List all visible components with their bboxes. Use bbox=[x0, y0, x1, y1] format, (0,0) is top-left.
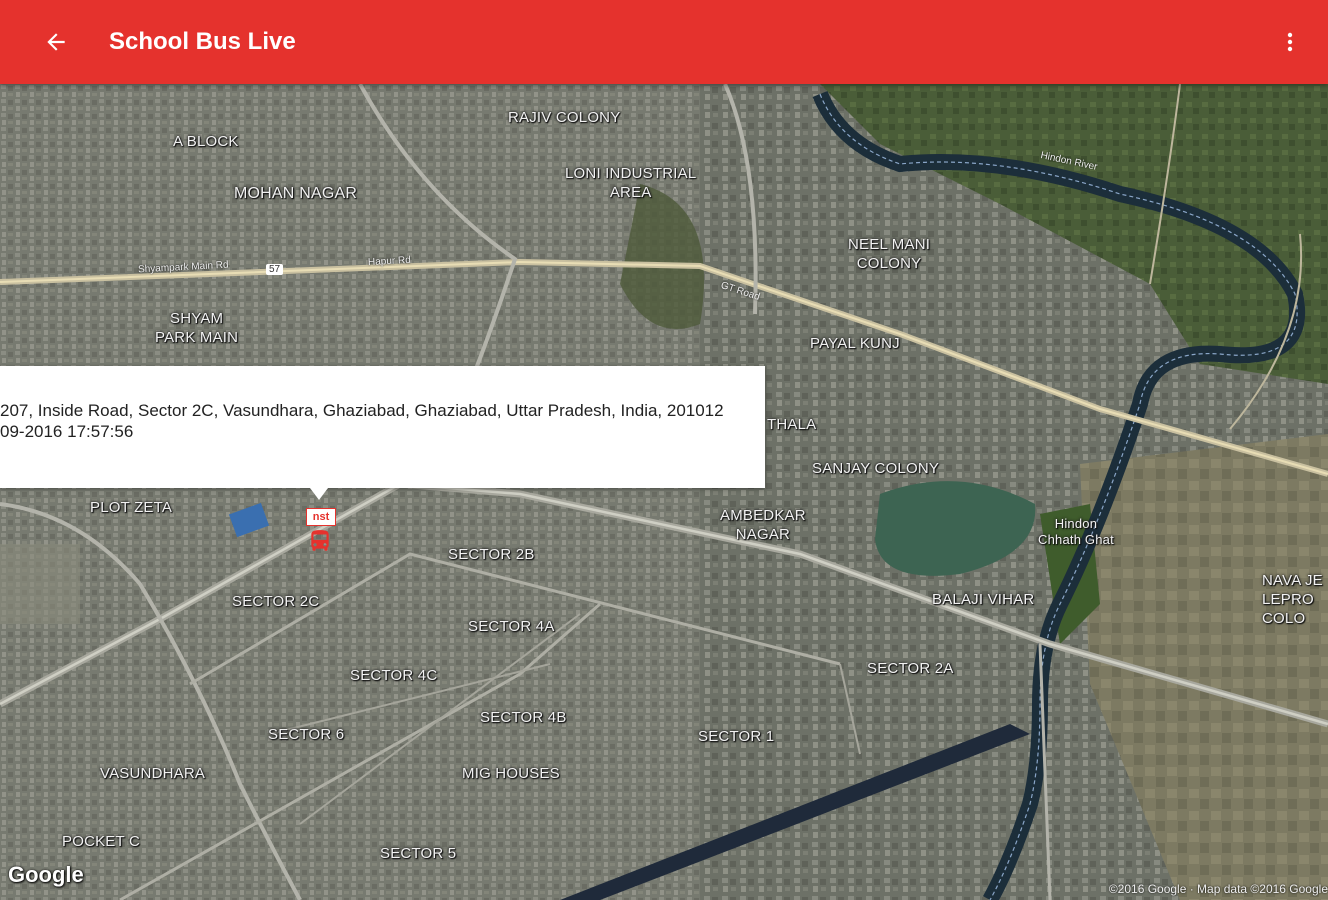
map-label-sector-2a: SECTOR 2A bbox=[867, 660, 954, 677]
map-label-pocket-c: POCKET C bbox=[62, 833, 141, 850]
bus-timestamp: 09-2016 17:57:56 bbox=[0, 422, 134, 441]
app-bar: School Bus Live bbox=[0, 0, 1328, 84]
bus-marker[interactable]: nst bbox=[306, 508, 336, 556]
map-copyright: ©2016 Google · Map data ©2016 Google bbox=[1108, 882, 1328, 896]
map-label-nava-jeevan: NAVA JE LEPRO COLO bbox=[1262, 572, 1323, 627]
map-label-sector-4b: SECTOR 4B bbox=[480, 709, 567, 726]
map-label-sector-6: SECTOR 6 bbox=[268, 726, 345, 743]
map-label-ambedkar-nagar: AMBEDKAR NAGAR bbox=[720, 507, 806, 543]
map-label-shyam-park: SHYAM PARK MAIN bbox=[155, 310, 239, 346]
bus-address: 207, Inside Road, Sector 2C, Vasundhara,… bbox=[0, 401, 724, 420]
map-label-mohan-nagar: MOHAN NAGAR bbox=[234, 185, 358, 202]
map-label-mig-houses: MIG HOUSES bbox=[462, 765, 560, 782]
info-window-pointer bbox=[310, 488, 328, 500]
bus-icon bbox=[311, 530, 329, 551]
map-label-sanjay-colony: SANJAY COLONY bbox=[812, 460, 940, 477]
map-label-sector-4c: SECTOR 4C bbox=[350, 667, 438, 684]
back-button[interactable] bbox=[30, 16, 82, 68]
map-label-sector-2c: SECTOR 2C bbox=[232, 593, 320, 610]
map-label-plot-zeta: PLOT ZETA bbox=[90, 499, 173, 516]
map-label-hindon-ghat: Hindon Chhath Ghat bbox=[1038, 516, 1114, 547]
app-title: School Bus Live bbox=[109, 28, 296, 55]
bus-marker-label: nst bbox=[306, 508, 336, 526]
arrow-back-icon bbox=[47, 33, 65, 51]
map-label-thala: THALA bbox=[767, 416, 817, 433]
map-label-sector-2b: SECTOR 2B bbox=[448, 546, 535, 563]
map-label-neelmani-colony: NEEL MANI COLONY bbox=[848, 236, 931, 272]
overflow-menu-button[interactable] bbox=[1266, 18, 1314, 66]
map-label-sector-5: SECTOR 5 bbox=[380, 845, 457, 862]
more-vert-icon bbox=[1287, 32, 1293, 52]
map-label-sector-1: SECTOR 1 bbox=[698, 728, 775, 745]
map-label-vasundhara: VASUNDHARA bbox=[100, 765, 206, 782]
map-label-balaji-vihar: BALAJI VIHAR bbox=[932, 591, 1035, 608]
map-label-loni-industrial: LONI INDUSTRIAL AREA bbox=[565, 165, 697, 201]
road-label-hapur-rd: Hapur Rd bbox=[367, 254, 412, 269]
info-window[interactable]: 207, Inside Road, Sector 2C, Vasundhara,… bbox=[0, 366, 765, 488]
map-label-rajiv-colony: RAJIV COLONY bbox=[508, 109, 621, 126]
map-label-a-block: A BLOCK bbox=[173, 133, 239, 150]
road-shield-57: 57 bbox=[266, 264, 284, 275]
map-label-payal-kunj: PAYAL KUNJ bbox=[810, 335, 900, 352]
google-logo: Google bbox=[8, 862, 84, 887]
map-label-sector-4a: SECTOR 4A bbox=[468, 618, 555, 635]
map-view[interactable]: A BLOCK RAJIV COLONY MOHAN NAGAR LONI IN… bbox=[0, 84, 1328, 900]
